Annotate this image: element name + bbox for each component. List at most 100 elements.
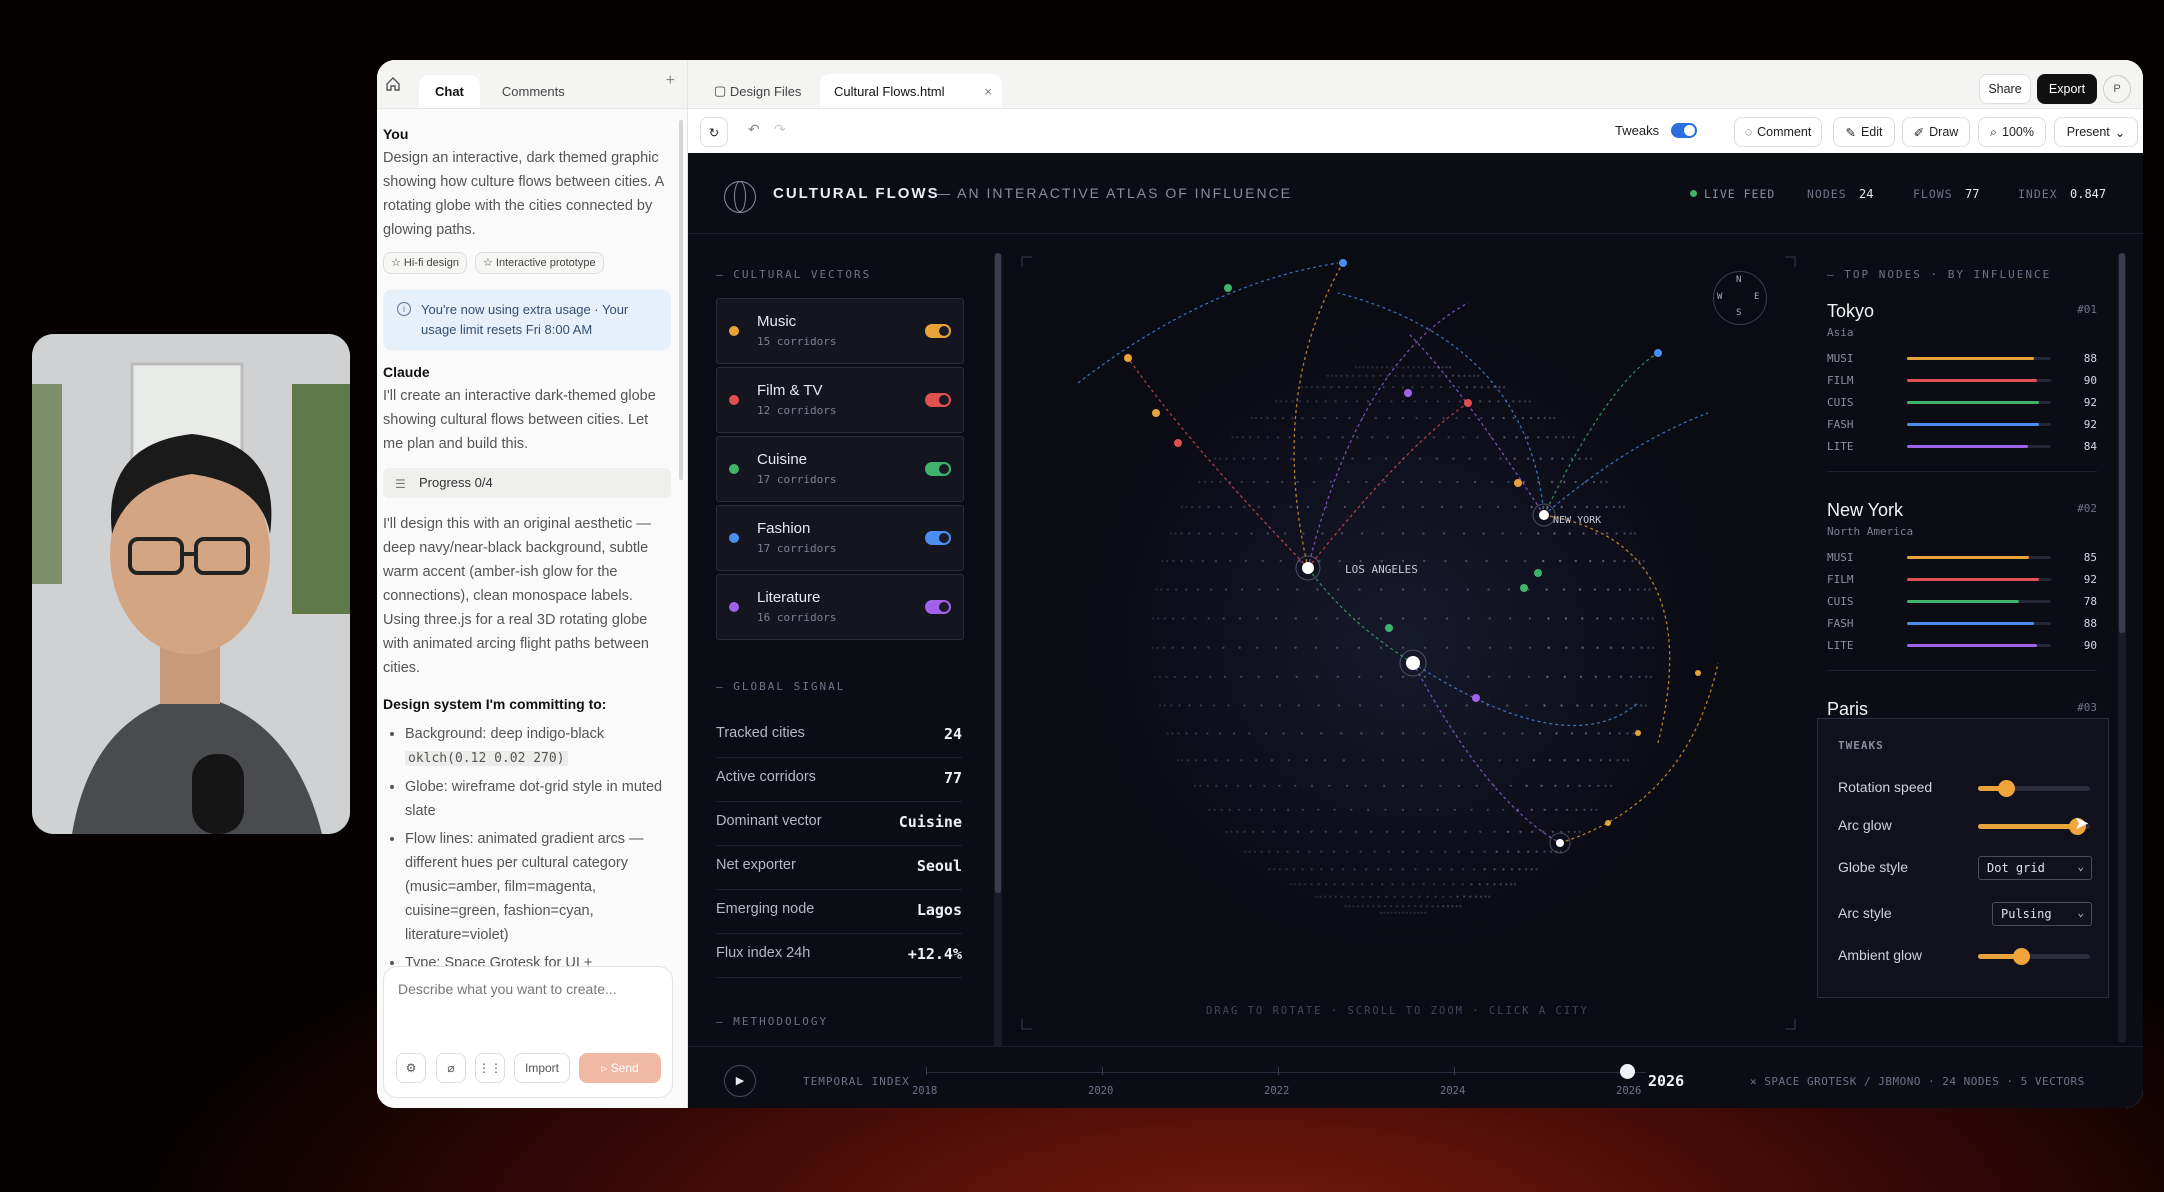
signal-row: Tracked cities 24 — [716, 713, 962, 758]
avatar[interactable]: P — [2103, 75, 2131, 103]
rotation-speed-slider[interactable] — [1978, 780, 2090, 797]
chip-interactive-prototype[interactable]: ☆ Interactive prototype — [474, 252, 604, 274]
toolbar: ↻ ↶ ↷ Tweaks ◌ Comment ✎ Edit ✐ Draw ⌕ 100% … — [688, 109, 2143, 154]
arc-style-select[interactable]: Pulsing ⌄ — [1992, 902, 2092, 926]
chevron-down-icon: ⌄ — [2077, 860, 2084, 873]
vector-toggle[interactable] — [925, 462, 951, 476]
ambient-glow-slider[interactable] — [1978, 948, 2090, 965]
right-scrollbar[interactable] — [2118, 253, 2126, 1043]
bar-value: 92 — [2083, 396, 2097, 409]
tab-design-files[interactable]: ▢ Design Files — [700, 74, 815, 108]
list-icon: ☰ — [395, 477, 406, 491]
signal-row: Dominant vector Cuisine — [716, 801, 962, 846]
chat-tab-bar: Chat Comments + — [377, 60, 687, 109]
bar-track — [1907, 379, 2051, 382]
draw-button[interactable]: ✐ Draw — [1902, 117, 1970, 147]
signal-key: Dominant vector — [716, 813, 822, 829]
redo-icon[interactable]: ↷ — [774, 121, 786, 138]
vector-corridor-count: 17 corridors — [757, 473, 837, 486]
city-rank: #03 — [2077, 701, 2097, 714]
home-icon[interactable] — [385, 76, 401, 92]
vector-item-literature[interactable]: Literature 16 corridors — [716, 574, 964, 640]
assistant-label: Claude — [383, 364, 430, 380]
app-window: Chat Comments + You Design an interactiv… — [377, 60, 2143, 1108]
bar-key: LITE — [1827, 639, 1854, 652]
timeline-track[interactable] — [926, 1072, 1646, 1073]
chip-hifi-design[interactable]: ☆ Hi-fi design — [383, 252, 467, 274]
city-label-los-angeles[interactable]: LOS ANGELES — [1345, 563, 1418, 576]
timeline-tick-label: 2026 — [1616, 1085, 1642, 1097]
top-node-tokyo[interactable]: Tokyo Asia #01 MUSI 88 FILM 90 CUIS 92 F… — [1827, 301, 2097, 472]
timeline-current-year: 2026 — [1648, 1072, 1685, 1090]
pencil-icon: ✎ — [1845, 125, 1856, 140]
left-scrollbar[interactable] — [994, 253, 1002, 1053]
undo-icon[interactable]: ↶ — [748, 121, 760, 138]
vector-name: Music — [757, 313, 797, 330]
zoom-button[interactable]: ⌕ 100% — [1978, 117, 2046, 147]
tab-comments[interactable]: Comments — [486, 75, 581, 108]
tab-cultural-flows[interactable]: Cultural Flows.html × — [820, 74, 1002, 108]
city-rank: #02 — [2077, 502, 2097, 515]
app-subtitle: — AN INTERACTIVE ATLAS OF INFLUENCE — [936, 185, 1293, 201]
audio-icon[interactable]: ⋮⋮ — [475, 1053, 505, 1083]
send-button[interactable]: ▹ Send — [579, 1053, 661, 1083]
top-node-new-york[interactable]: New York North America #02 MUSI 85 FILM … — [1827, 500, 2097, 671]
globe-style-select[interactable]: Dot grid ⌄ — [1978, 856, 2092, 880]
arc-glow-label: Arc glow — [1838, 817, 1892, 833]
signal-key: Flux index 24h — [716, 945, 811, 961]
play-button[interactable]: ▶ — [724, 1065, 756, 1097]
vector-toggle[interactable] — [925, 531, 951, 545]
timeline-tick-label: 2024 — [1440, 1085, 1466, 1097]
vector-item-film-tv[interactable]: Film & TV 12 corridors — [716, 367, 964, 433]
vector-item-fashion[interactable]: Fashion 17 corridors — [716, 505, 964, 571]
attach-icon[interactable]: ⌀ — [436, 1053, 466, 1083]
timeline-handle[interactable] — [1620, 1064, 1635, 1079]
ambient-glow-label: Ambient glow — [1838, 947, 1923, 963]
bar-fill — [1907, 578, 2040, 581]
bar-track — [1907, 622, 2051, 625]
settings-icon[interactable]: ⚙ — [396, 1053, 426, 1083]
assistant-message-2: I'll design this with an original aesthe… — [383, 516, 651, 676]
app-header: CULTURAL FLOWS — AN INTERACTIVE ATLAS OF… — [688, 153, 2143, 234]
timeline-tick — [926, 1067, 927, 1075]
vector-color-dot — [729, 395, 739, 405]
city-name: New York — [1827, 500, 1904, 520]
chat-scrollbar[interactable] — [679, 120, 683, 480]
globe-viewport[interactable]: LOS ANGELES NEW YORK N S E W DRAG TO ROT… — [1008, 243, 1809, 1043]
close-tab-icon[interactable]: × — [984, 84, 992, 99]
timeline-tick-label: 2022 — [1264, 1085, 1290, 1097]
compass-icon[interactable]: N S E W — [1713, 271, 1767, 325]
vector-toggle[interactable] — [925, 600, 951, 614]
vector-toggle[interactable] — [925, 324, 951, 338]
vector-toggle[interactable] — [925, 393, 951, 407]
present-button[interactable]: Present ⌄ — [2054, 117, 2138, 147]
bar-value: 88 — [2083, 352, 2097, 365]
vector-item-music[interactable]: Music 15 corridors — [716, 298, 964, 364]
composer-input[interactable]: Describe what you want to create... — [398, 981, 617, 997]
tab-chat[interactable]: Chat — [419, 75, 480, 108]
design-system-heading: Design system I'm committing to: — [383, 696, 607, 712]
globe-visualization[interactable] — [1008, 243, 1809, 1043]
vector-color-dot — [729, 464, 739, 474]
city-label-new-york[interactable]: NEW YORK — [1553, 515, 1601, 526]
vector-item-cuisine[interactable]: Cuisine 17 corridors — [716, 436, 964, 502]
reload-icon[interactable]: ↻ — [700, 117, 728, 147]
list-item: Flow lines: animated gradient arcs — dif… — [405, 827, 671, 947]
globe-style-label: Globe style — [1838, 859, 1909, 875]
add-tab-button[interactable]: + — [666, 72, 675, 90]
vector-color-dot — [729, 602, 739, 612]
bar-key: FASH — [1827, 418, 1854, 431]
comment-button[interactable]: ◌ Comment — [1734, 117, 1822, 147]
bar-fill — [1907, 556, 2030, 559]
edit-button[interactable]: ✎ Edit — [1833, 117, 1895, 147]
import-button[interactable]: Import — [514, 1053, 570, 1083]
export-button[interactable]: Export — [2037, 74, 2097, 104]
list-item: Background: deep indigo-black oklch(0.12… — [405, 722, 671, 771]
tweaks-toggle[interactable] — [1671, 123, 1697, 138]
share-button[interactable]: Share — [1979, 74, 2031, 104]
bar-track — [1907, 556, 2051, 559]
city-name: Paris — [1827, 699, 1869, 719]
progress-indicator[interactable]: ☰ Progress 0/4 — [383, 468, 671, 498]
draw-icon: ✐ — [1913, 125, 1925, 140]
signal-key: Net exporter — [716, 857, 796, 873]
